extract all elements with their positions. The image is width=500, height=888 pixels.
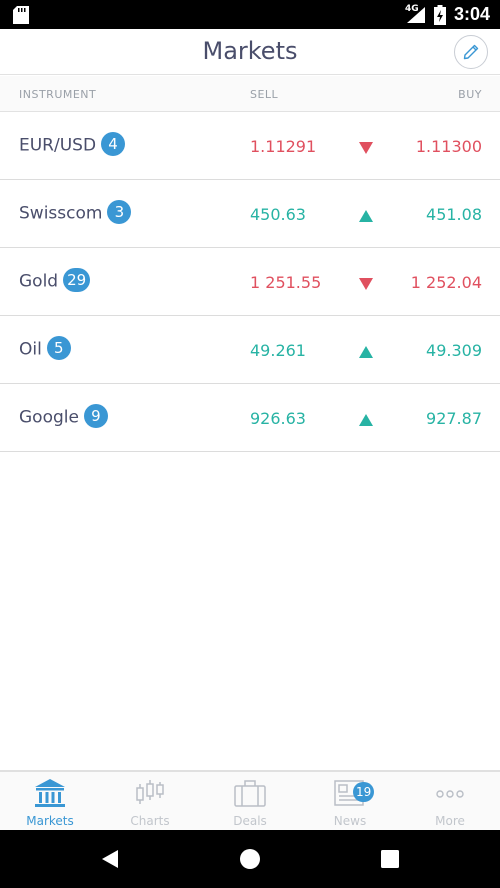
signal-icon (407, 7, 425, 23)
instrument-row-oil[interactable]: Oil 5 49.261 49.309 (0, 316, 500, 384)
buy-price[interactable]: 927.87 (426, 409, 482, 428)
pencil-icon (463, 44, 479, 60)
sell-price[interactable]: 49.261 (250, 341, 306, 360)
buy-price[interactable]: 451.08 (426, 205, 482, 224)
instrument-name: Swisscom 3 (19, 200, 132, 224)
sell-price[interactable]: 450.63 (250, 205, 306, 224)
news-count-badge: 19 (353, 782, 375, 802)
buy-price[interactable]: 49.309 (426, 341, 482, 360)
nav-label: News (333, 814, 367, 828)
nav-more[interactable]: More (400, 772, 500, 830)
instrument-row-eurusd[interactable]: EUR/USD 4 1.11291 1.11300 (0, 112, 500, 180)
sell-price[interactable]: 926.63 (250, 409, 306, 428)
home-icon[interactable] (240, 849, 260, 869)
edit-button[interactable] (454, 35, 488, 69)
trend-down-icon (359, 142, 373, 154)
recents-icon[interactable] (381, 850, 399, 868)
sell-price[interactable]: 1 251.55 (250, 273, 321, 292)
bottom-nav: Markets Charts Deals 19 News More (0, 770, 500, 830)
instrument-name: Google 9 (19, 404, 108, 428)
sd-card-icon (13, 6, 29, 24)
status-bar: 4G 3:04 (0, 0, 500, 29)
count-badge: 9 (83, 404, 108, 428)
count-badge: 4 (101, 132, 126, 156)
nav-label: Markets (26, 814, 74, 828)
nav-label: More (435, 814, 465, 828)
trend-up-icon (359, 346, 373, 358)
back-icon[interactable] (100, 849, 120, 869)
nav-news[interactable]: 19 News (300, 772, 400, 830)
more-dots-icon (436, 790, 464, 798)
instrument-row-swisscom[interactable]: Swisscom 3 450.63 451.08 (0, 180, 500, 248)
sell-price[interactable]: 1.11291 (250, 137, 316, 156)
nav-markets[interactable]: Markets (0, 772, 100, 830)
instrument-name: Oil 5 (19, 336, 71, 360)
column-header-row: INSTRUMENT SELL BUY (0, 76, 500, 112)
system-nav-bar (0, 830, 500, 888)
app-header: Markets (0, 29, 500, 75)
nav-label: Charts (130, 814, 170, 828)
candlestick-icon (136, 780, 164, 804)
count-badge: 29 (63, 268, 91, 292)
bank-icon (35, 779, 65, 807)
trend-up-icon (359, 210, 373, 222)
column-instrument: INSTRUMENT (19, 88, 97, 101)
buy-price[interactable]: 1 252.04 (411, 273, 482, 292)
instrument-name: EUR/USD 4 (19, 132, 126, 156)
instrument-row-gold[interactable]: Gold 29 1 251.55 1 252.04 (0, 248, 500, 316)
page-title: Markets (202, 37, 298, 65)
nav-label: Deals (233, 814, 267, 828)
status-clock: 3:04 (454, 4, 491, 24)
nav-charts[interactable]: Charts (100, 772, 200, 830)
briefcase-icon (234, 780, 266, 807)
column-sell: SELL (250, 88, 279, 101)
count-badge: 5 (46, 336, 71, 360)
buy-price[interactable]: 1.11300 (416, 137, 482, 156)
nav-deals[interactable]: Deals (200, 772, 300, 830)
instrument-name: Gold 29 (19, 268, 91, 292)
battery-charging-icon (434, 5, 446, 25)
column-buy: BUY (458, 88, 482, 101)
count-badge: 3 (107, 200, 132, 224)
trend-up-icon (359, 414, 373, 426)
instrument-row-google[interactable]: Google 9 926.63 927.87 (0, 384, 500, 452)
trend-down-icon (359, 278, 373, 290)
